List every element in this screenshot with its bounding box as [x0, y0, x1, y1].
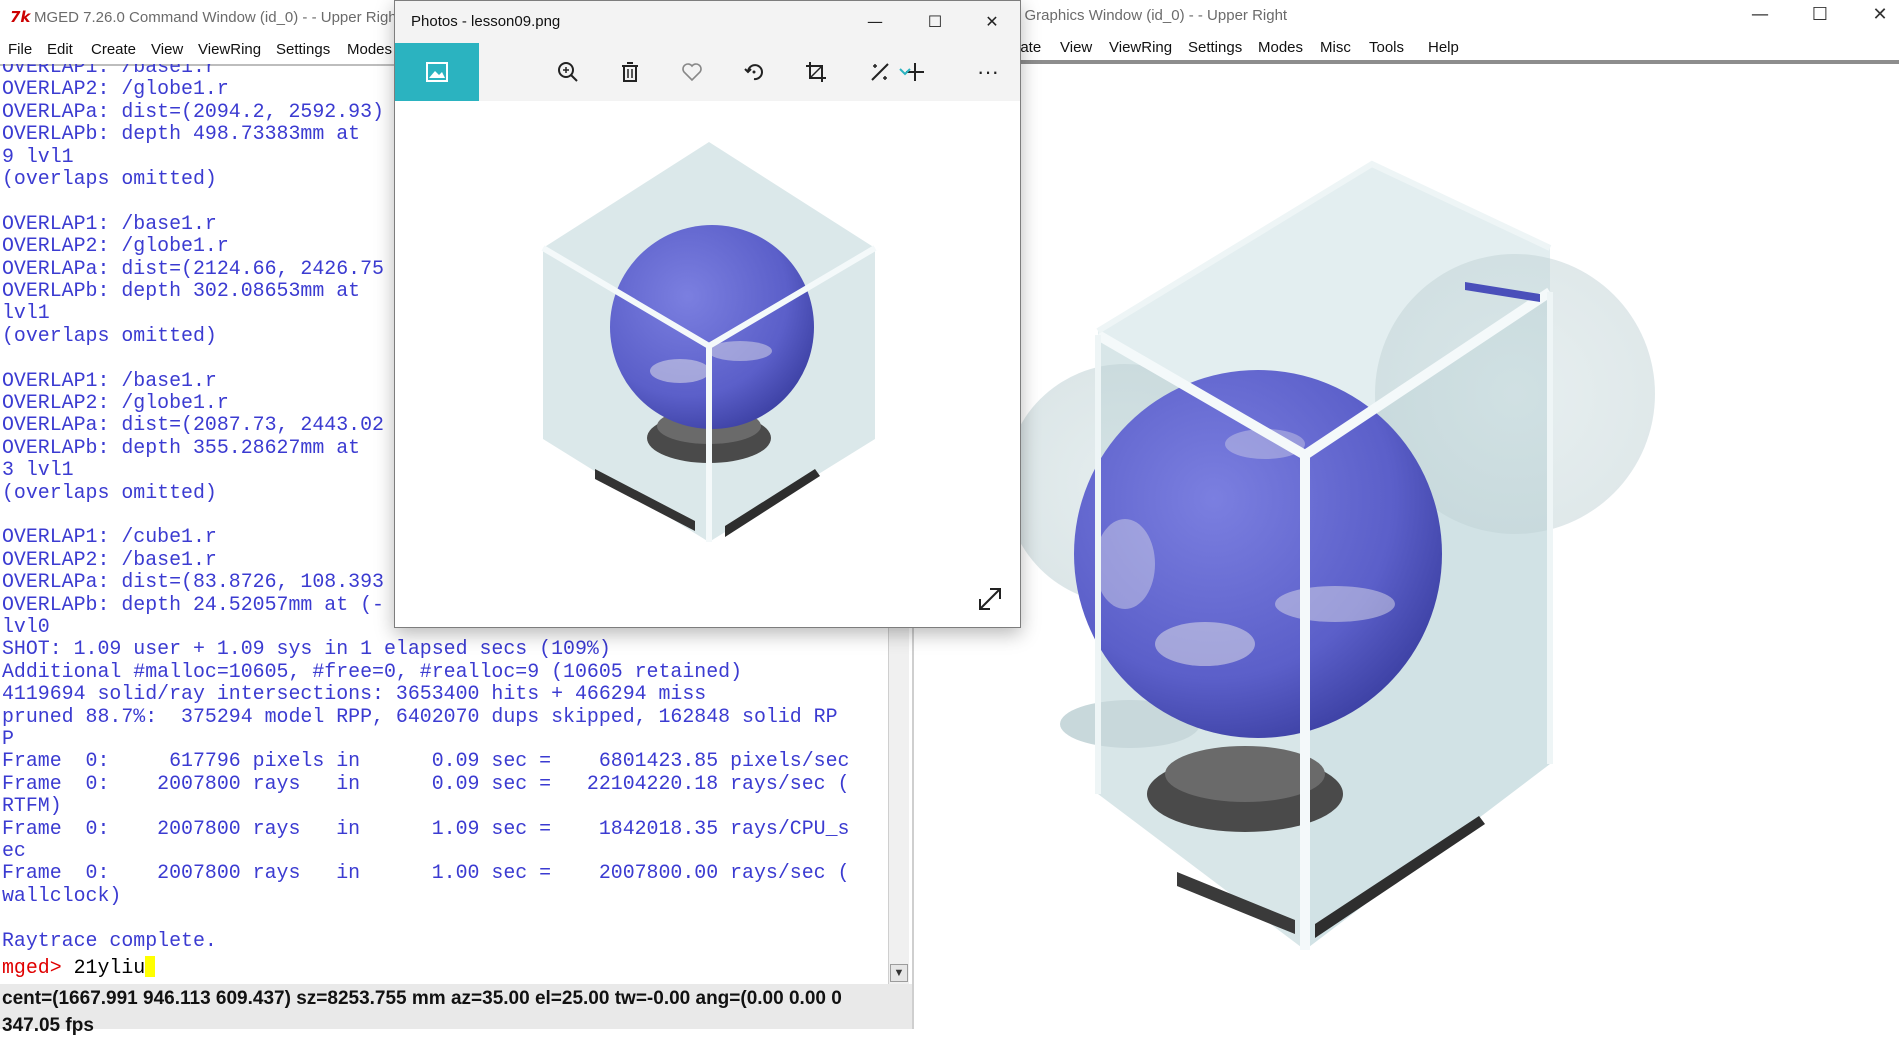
console-line: pruned 88.7%: 375294 model RPP, 6402070 …: [2, 704, 838, 728]
console-line: lvl1: [2, 301, 50, 325]
mged-prompt: mged>: [2, 956, 74, 979]
menu-file[interactable]: File: [8, 41, 32, 58]
console-line: 3 lvl1: [2, 458, 74, 482]
console-line: Frame 0: 2007800 rays in 1.09 sec = 1842…: [2, 816, 850, 840]
console-line: (overlaps omitted): [2, 323, 217, 347]
globe-cloud: [1095, 519, 1155, 609]
console-line: OVERLAP1: /cube1.r: [2, 525, 217, 549]
view-image-button[interactable]: [395, 43, 479, 101]
console-line: OVERLAPb: depth 24.52057mm at (-: [2, 592, 384, 616]
delete-button[interactable]: [600, 43, 660, 101]
console-line: OVERLAPa: dist=(2094.2, 2592.93): [2, 99, 384, 123]
zoom-icon: [558, 62, 578, 82]
menu-view[interactable]: View: [151, 41, 183, 58]
command-input[interactable]: 21yliu: [74, 956, 146, 979]
fps-status-line: 347.05 fps: [2, 1015, 94, 1036]
console-line: Raytrace complete.: [2, 928, 217, 952]
graphics-viewport[interactable]: [915, 64, 1899, 1029]
menu-tools[interactable]: Tools: [1369, 39, 1404, 56]
text-cursor: [145, 956, 156, 977]
console-line: OVERLAP1: /base1.r: [2, 368, 217, 392]
thumb-cloud: [650, 359, 710, 383]
menu-modes[interactable]: Modes: [1258, 39, 1303, 56]
globe-cloud: [1155, 622, 1255, 666]
command-input-row[interactable]: mged> 21yliu: [2, 956, 156, 980]
delete-icon: [622, 62, 638, 82]
menu-create[interactable]: Create: [91, 41, 136, 58]
photos-image-area[interactable]: [395, 101, 1020, 627]
graphics-maximize-button[interactable]: ☐: [1790, 0, 1850, 32]
console-line: Frame 0: 617796 pixels in 0.09 sec = 680…: [2, 749, 850, 773]
expand-icon[interactable]: [976, 585, 1004, 613]
menu-misc[interactable]: Misc: [1320, 39, 1351, 56]
status-bar: cent=(1667.991 946.113 609.437) sz=8253.…: [0, 984, 912, 1036]
console-line: OVERLAP1: /base1.r: [2, 211, 217, 235]
photos-title: Photos - lesson09.png: [411, 13, 561, 30]
photos-close-button[interactable]: ✕: [967, 7, 1017, 37]
globe-cloud: [1275, 586, 1395, 622]
console-line: OVERLAP2: /globe1.r: [2, 77, 229, 101]
rotate-button[interactable]: [724, 43, 784, 101]
scroll-down-icon[interactable]: ▼: [890, 964, 908, 982]
console-line: OVERLAPb: depth 355.28627mm at: [2, 435, 361, 459]
console-line: OVERLAP2: /globe1.r: [2, 234, 229, 258]
menu-modes[interactable]: Modes: [347, 41, 392, 58]
zoom-button[interactable]: [538, 43, 598, 101]
heart-button[interactable]: [662, 43, 722, 101]
menu-settings[interactable]: Settings: [276, 41, 330, 58]
console-line: OVERLAP1: /base1.r: [2, 64, 217, 78]
menu-help[interactable]: Help: [1428, 39, 1459, 56]
more-options-button[interactable]: ···: [958, 43, 1018, 101]
graphics-window-title: 0 Graphics Window (id_0) - - Upper Right: [1012, 7, 1288, 24]
console-line: OVERLAPb: depth 302.08653mm at: [2, 279, 361, 302]
graphics-menubar: eate View ViewRing Settings Modes Misc T…: [1012, 34, 1899, 62]
lesson09-image: [541, 142, 877, 542]
view-status-line: cent=(1667.991 946.113 609.437) sz=8253.…: [2, 988, 842, 1009]
console-line: OVERLAPa: dist=(2087.73, 2443.02: [2, 413, 384, 437]
chevron-down-icon: [899, 68, 911, 76]
console-line: 4119694 solid/ray intersections: 3653400…: [2, 682, 707, 706]
console-line: SHOT: 1.09 user + 1.09 sys in 1 elapsed …: [2, 637, 611, 661]
console-line: OVERLAPa: dist=(83.8726, 108.393: [2, 570, 384, 594]
graphics-window-titlebar[interactable]: 0 Graphics Window (id_0) - - Upper Right…: [1012, 0, 1899, 34]
menu-viewring[interactable]: ViewRing: [1109, 39, 1172, 56]
console-line: lvl0: [2, 615, 50, 638]
console-line: 9 lvl1: [2, 144, 74, 168]
menu-viewring[interactable]: ViewRing: [198, 41, 261, 58]
console-line: Frame 0: 2007800 rays in 1.00 sec = 2007…: [2, 861, 850, 885]
graphics-minimize-button[interactable]: —: [1730, 0, 1790, 32]
photos-toolbar: ···: [395, 43, 1020, 101]
console-line: RTFM): [2, 794, 62, 818]
photos-minimize-button[interactable]: —: [850, 7, 900, 37]
heart-icon: [682, 63, 702, 82]
console-line: ec: [2, 839, 26, 862]
edit-icon: [871, 63, 889, 81]
rotate-icon: [744, 64, 763, 81]
console-line: OVERLAP2: /globe1.r: [2, 391, 229, 414]
crop-button[interactable]: [786, 43, 846, 101]
console-line: OVERLAPb: depth 498.73383mm at: [2, 122, 361, 146]
photos-window: Photos - lesson09.png — ☐ ✕ ···: [394, 0, 1021, 628]
console-line: Frame 0: 2007800 rays in 0.09 sec = 2210…: [2, 771, 850, 795]
crop-icon: [806, 62, 826, 82]
menu-view[interactable]: View: [1060, 39, 1092, 56]
console-line: P: [2, 727, 14, 750]
console-line: OVERLAPa: dist=(2124.66, 2426.75: [2, 256, 384, 280]
menu-settings[interactable]: Settings: [1188, 39, 1242, 56]
console-line: (overlaps omitted): [2, 167, 217, 190]
command-window-title: MGED 7.26.0 Command Window (id_0) - - Up…: [34, 9, 401, 26]
console-line: Additional #malloc=10605, #free=0, #real…: [2, 659, 743, 683]
console-line: (overlaps omitted): [2, 480, 217, 504]
console-line: wallclock): [2, 883, 122, 907]
menu-edit[interactable]: Edit: [47, 41, 73, 58]
console-line: OVERLAP2: /base1.r: [2, 547, 217, 571]
mged-logo-icon: 7k: [10, 8, 31, 26]
raytrace-render: [1005, 160, 1655, 950]
edit-dropdown-button[interactable]: [893, 43, 917, 101]
graphics-close-button[interactable]: ✕: [1850, 0, 1899, 32]
photos-titlebar[interactable]: Photos - lesson09.png — ☐ ✕: [395, 1, 1020, 43]
image-icon: [426, 62, 448, 82]
photos-maximize-button[interactable]: ☐: [910, 7, 960, 37]
